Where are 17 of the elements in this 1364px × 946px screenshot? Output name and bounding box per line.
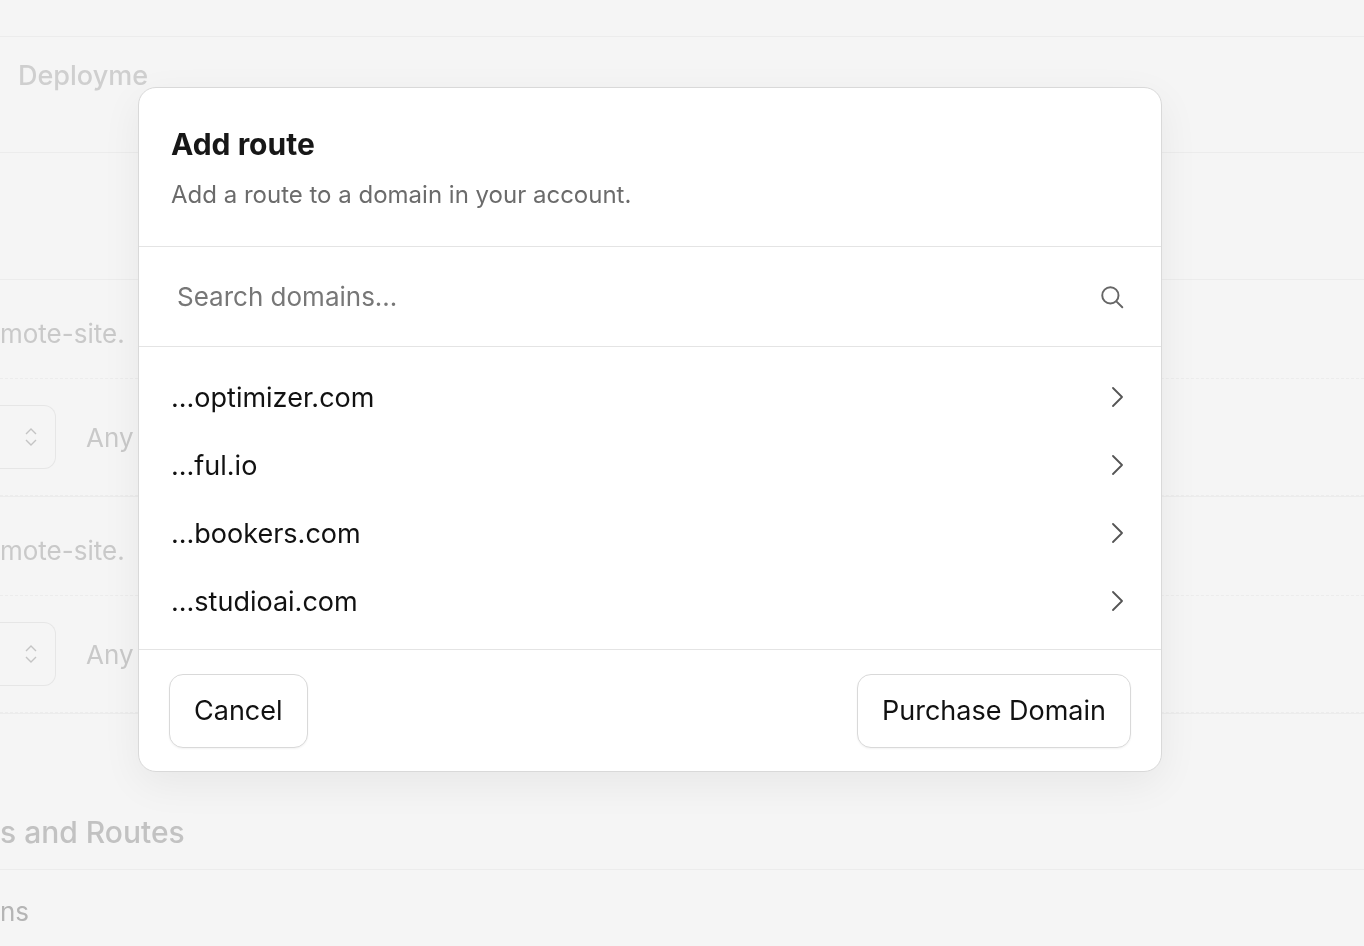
section-row-label: ns: [0, 895, 30, 927]
chevron-right-icon: [1111, 386, 1123, 408]
chevron-updown-icon: [25, 427, 37, 447]
select-field[interactable]: [0, 405, 56, 469]
chevron-right-icon: [1111, 522, 1123, 544]
dialog-title: Add route: [171, 125, 316, 164]
domain-item[interactable]: ...bookers.com: [139, 499, 1161, 567]
chevron-right-icon: [1111, 590, 1123, 612]
purchase-domain-button[interactable]: Purchase Domain: [856, 673, 1131, 748]
search-icon: [1099, 283, 1125, 310]
search-field[interactable]: Search domains...: [175, 280, 1099, 313]
chevron-updown-icon: [25, 644, 37, 664]
chevron-right-icon: [1111, 454, 1123, 476]
domain-item[interactable]: ...ful.io: [139, 431, 1161, 499]
select-field[interactable]: [0, 622, 56, 686]
cancel-button[interactable]: Cancel: [169, 673, 308, 748]
dialog-description: Add a route to a domain in your account.: [171, 180, 633, 209]
